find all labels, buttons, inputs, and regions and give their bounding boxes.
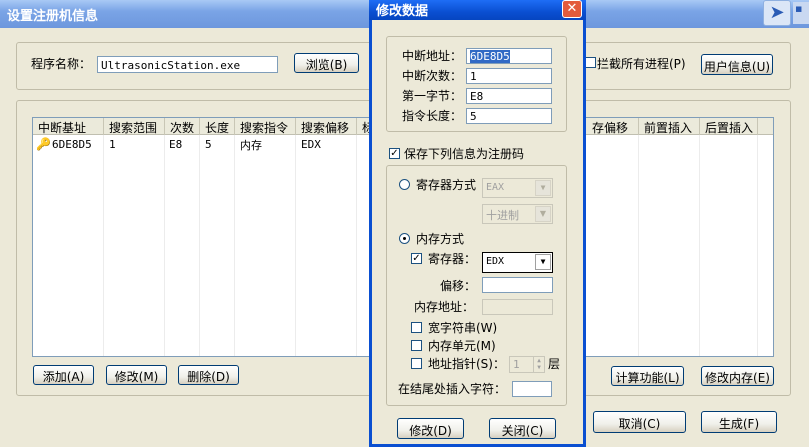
chevron-down-icon: ▼ [535, 206, 551, 222]
cell-instr: 内存 [240, 139, 262, 152]
key-icon: 🔑 [36, 137, 51, 151]
intercept-all-checkbox[interactable] [585, 57, 596, 68]
dialog-modify-button[interactable]: 修改(D) [397, 418, 464, 439]
register-mode-combo[interactable]: EAX ▼ [482, 178, 553, 198]
spin-arrows-icon[interactable]: ▲ ▼ [533, 357, 544, 372]
cell-range: 1 [109, 138, 116, 151]
save-label: 保存下列信息为注册码 [404, 147, 525, 161]
pointer-level-value: 1 [513, 358, 520, 371]
instr-length-field[interactable]: 5 [466, 108, 552, 124]
bird-icon[interactable]: ➤ [763, 0, 791, 26]
column-header[interactable]: 后置插入 [700, 118, 758, 135]
first-byte-label: 第一字节： [402, 89, 463, 103]
interrupt-addr-label: 中断地址： [402, 49, 463, 63]
first-byte-field[interactable]: E8 [466, 88, 552, 104]
insert-tail-label: 在结尾处插入字符： [398, 382, 507, 396]
dialog-close-button[interactable]: 关闭(C) [489, 418, 556, 439]
radix-combo[interactable]: 十进制 ▼ [482, 204, 553, 224]
column-header[interactable]: 前置插入 [639, 118, 700, 135]
program-name-field[interactable]: UltrasonicStation.exe [97, 56, 278, 73]
modify-button[interactable]: 修改(M) [106, 365, 167, 385]
column-header[interactable]: 次数 [165, 118, 200, 135]
modify-memory-button[interactable]: 修改内存(E) [701, 366, 774, 386]
cell-offset: EDX [301, 138, 321, 151]
save-checkbox[interactable]: ✓ [389, 148, 400, 159]
browse-button[interactable]: 浏览(B) [294, 53, 359, 73]
cancel-button[interactable]: 取消(C) [593, 411, 686, 433]
addr-pointer-checkbox[interactable] [411, 358, 422, 369]
interrupt-addr-field[interactable]: 6DE8D5 [466, 48, 552, 64]
register-label: 寄存器： [428, 252, 477, 266]
column-header[interactable]: 中断基址 [33, 118, 104, 135]
addr-pointer-label: 地址指针(S)： [428, 357, 505, 371]
user-info-button[interactable]: 用户信息(U) [701, 54, 773, 75]
insert-tail-field[interactable] [512, 381, 552, 397]
column-header[interactable]: 搜索指令 [235, 118, 296, 135]
memory-unit-label: 内存单元(M) [428, 339, 496, 353]
intercept-all-label: 拦截所有进程(P) [597, 57, 686, 71]
offset-label: 偏移： [440, 279, 477, 293]
column-header[interactable]: 长度 [200, 118, 235, 135]
cell-base: 6DE8D5 [52, 138, 92, 151]
interrupt-count-field[interactable]: 1 [466, 68, 552, 84]
instr-length-label: 指令长度： [402, 109, 463, 123]
register-mode-combo-value: EAX [486, 182, 505, 193]
generate-button[interactable]: 生成(F) [701, 411, 777, 433]
register-checkbox[interactable]: ✓ [411, 253, 422, 264]
chevron-down-icon: ▼ [535, 180, 551, 196]
add-button[interactable]: 添加(A) [33, 365, 94, 385]
program-label: 程序名称： [31, 57, 92, 71]
offset-field[interactable] [482, 277, 553, 293]
wide-string-checkbox[interactable] [411, 322, 422, 333]
mem-addr-field[interactable] [482, 299, 553, 315]
mem-addr-label: 内存地址： [414, 300, 475, 314]
memory-unit-checkbox[interactable] [411, 340, 422, 351]
pointer-level-suffix: 层 [548, 357, 561, 371]
chevron-down-icon: ▼ [535, 254, 551, 270]
register-mode-label: 寄存器方式 [416, 178, 477, 192]
radix-combo-value: 十进制 [486, 209, 519, 222]
column-header[interactable]: 存偏移 [587, 118, 639, 135]
memory-mode-radio[interactable] [399, 233, 410, 244]
register-combo-value: EDX [486, 256, 505, 267]
calc-button[interactable]: 计算功能(L) [611, 366, 684, 386]
cell-count: E8 [169, 138, 183, 151]
register-mode-radio[interactable] [399, 179, 410, 190]
taskbar-edge-icon: ▪ [793, 2, 809, 24]
dialog-title: 修改数据 [376, 4, 429, 19]
wide-string-label: 宽字符串(W) [428, 321, 498, 335]
memory-mode-label: 内存方式 [416, 232, 465, 246]
register-combo[interactable]: EDX ▼ [482, 252, 553, 273]
interrupt-addr-value: 6DE8D5 [470, 50, 510, 63]
column-header[interactable]: 搜索范围 [104, 118, 165, 135]
column-header[interactable]: 搜索偏移 [296, 118, 357, 135]
pointer-level-stepper[interactable]: 1 ▲ ▼ [509, 356, 545, 373]
interrupt-count-label: 中断次数： [402, 69, 463, 83]
close-icon[interactable]: ✕ [562, 0, 582, 18]
cell-length: 5 [205, 138, 212, 151]
delete-button[interactable]: 删除(D) [178, 365, 239, 385]
